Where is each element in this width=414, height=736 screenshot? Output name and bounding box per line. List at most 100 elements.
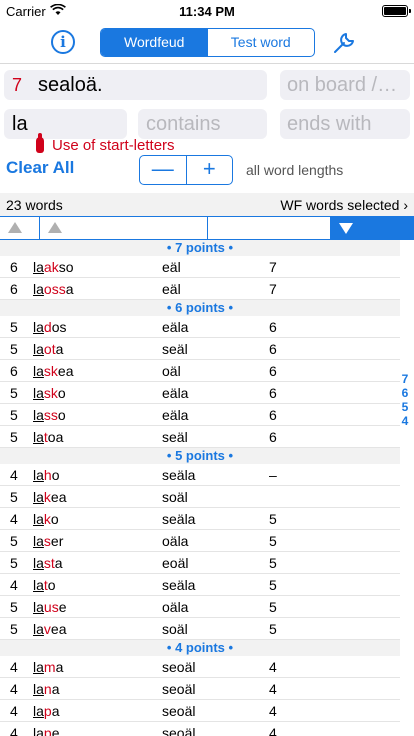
word-rest: o — [57, 385, 66, 401]
word-row[interactable]: 5 laser oäla 5 — [0, 530, 400, 552]
word-row[interactable]: 4 laho seäla ‒ — [0, 464, 400, 486]
word-points: 5 — [269, 533, 277, 549]
word: laakso — [33, 256, 74, 278]
word-row[interactable]: 5 lasso eäla 6 — [0, 404, 400, 426]
decrement-button[interactable]: — — [140, 156, 187, 184]
word-prefix: la — [33, 259, 44, 275]
letters-field[interactable]: 7 sealoä. — [4, 70, 267, 100]
word-length: 4 — [10, 577, 18, 593]
word-prefix: la — [33, 341, 44, 357]
word-prefix: la — [33, 681, 44, 697]
word-prefix: la — [33, 599, 44, 615]
word-length: 5 — [10, 599, 18, 615]
word-row[interactable]: 5 lakea soäl — [0, 486, 400, 508]
word-row[interactable]: 5 lavea soäl 5 — [0, 618, 400, 640]
word-length: 4 — [10, 659, 18, 675]
word-row[interactable]: 4 lama seoäl 4 — [0, 656, 400, 678]
word-row[interactable]: 5 latoa seäl 6 — [0, 426, 400, 448]
word-points: 5 — [269, 599, 277, 615]
word-rest: e — [51, 725, 60, 736]
word-added-letters: us — [43, 599, 59, 615]
word-row[interactable]: 5 laota seäl 6 — [0, 338, 400, 360]
increment-button[interactable]: + — [187, 156, 233, 184]
word-row[interactable]: 6 laossa eäl 7 — [0, 278, 400, 300]
remaining-letters: seäl — [162, 341, 188, 357]
word-row[interactable]: 4 lana seoäl 4 — [0, 678, 400, 700]
word-rest: o — [57, 407, 66, 423]
hint-text: Use of start-letters — [52, 137, 175, 154]
word: lama — [33, 656, 63, 678]
word: lasko — [33, 382, 66, 404]
remaining-letters: eäla — [162, 319, 189, 335]
word-prefix: la — [33, 281, 44, 297]
word-added-letters: p — [43, 725, 52, 736]
word-added-letters: p — [43, 703, 52, 719]
word-points: 6 — [269, 407, 277, 423]
word-prefix: la — [33, 659, 44, 675]
word-points: 5 — [269, 621, 277, 637]
letters-value: sealoä. — [38, 74, 103, 96]
word-length: 6 — [10, 281, 18, 297]
word-points: 4 — [269, 725, 277, 736]
word-prefix: la — [33, 555, 44, 571]
word-length: 6 — [10, 259, 18, 275]
word-row[interactable]: 6 laakso eäl 7 — [0, 256, 400, 278]
word: lato — [33, 574, 56, 596]
word-rest: a — [54, 555, 63, 571]
sort-ascending-icon — [8, 222, 22, 233]
starts-with-field[interactable]: la — [4, 109, 127, 139]
sort-ascending-icon — [48, 222, 62, 233]
word-row[interactable]: 4 lape seoäl 4 — [0, 722, 400, 736]
word-row[interactable]: 5 lados eäla 6 — [0, 316, 400, 338]
section-index-item[interactable]: 4 — [400, 414, 410, 428]
contains-field[interactable]: contains — [138, 109, 267, 139]
section-index-item[interactable]: 7 — [400, 372, 410, 386]
word-added-letters: k — [43, 489, 51, 505]
section-header: • 7 points • — [0, 240, 400, 256]
clear-all-button[interactable]: Clear All — [6, 158, 74, 178]
word-added-letters: v — [43, 621, 51, 637]
info-icon[interactable]: i — [51, 30, 75, 54]
word-row[interactable]: 4 lapa seoäl 4 — [0, 700, 400, 722]
word: laskea — [33, 360, 73, 382]
remaining-letters: soäl — [162, 489, 188, 505]
status-bar: Carrier 11:34 PM — [0, 0, 414, 22]
word-length: 5 — [10, 407, 18, 423]
word-row[interactable]: 4 lato seäla 5 — [0, 574, 400, 596]
word-added-letters: st — [43, 555, 55, 571]
word-row[interactable]: 5 lause oäla 5 — [0, 596, 400, 618]
word-row[interactable]: 5 lasko eäla 6 — [0, 382, 400, 404]
section-index-item[interactable]: 5 — [400, 400, 410, 414]
word-points: 6 — [269, 429, 277, 445]
tab-test-word[interactable]: Test word — [208, 29, 315, 56]
word-rest: ea — [50, 489, 67, 505]
section-index-item[interactable]: 6 — [400, 386, 410, 400]
wrench-icon[interactable] — [331, 30, 357, 56]
remaining-letters: eäla — [162, 407, 189, 423]
sort-length-button[interactable] — [0, 217, 40, 239]
remaining-letters: seoäl — [162, 703, 196, 719]
word-added-letters: ss — [43, 407, 58, 423]
word-rest: o — [50, 511, 59, 527]
word: lapa — [33, 700, 60, 722]
sort-word-button[interactable] — [40, 217, 208, 239]
word-row[interactable]: 6 laskea oäl 6 — [0, 360, 400, 382]
section-header: • 5 points • — [0, 448, 400, 464]
sort-letters-button[interactable] — [208, 217, 331, 239]
word: latoa — [33, 426, 63, 448]
word-rest: a — [55, 659, 64, 675]
word-length: 5 — [10, 489, 18, 505]
sort-points-button[interactable] — [331, 217, 414, 239]
word: lados — [33, 316, 67, 338]
on-board-field[interactable]: on board /… — [280, 70, 410, 100]
word-row[interactable]: 4 lako seäla 5 — [0, 508, 400, 530]
remaining-letters: seoäl — [162, 681, 196, 697]
ends-with-field[interactable]: ends with — [280, 109, 410, 139]
tab-wordfeud[interactable]: Wordfeud — [101, 29, 208, 56]
remaining-letters: eoäl — [162, 555, 189, 571]
remaining-letters: seäla — [162, 467, 196, 483]
clock: 11:34 PM — [179, 4, 235, 19]
wf-words-selected-button[interactable]: WF words selected › — [280, 197, 408, 213]
word-added-letters: sk — [43, 363, 58, 379]
word-row[interactable]: 5 lasta eoäl 5 — [0, 552, 400, 574]
